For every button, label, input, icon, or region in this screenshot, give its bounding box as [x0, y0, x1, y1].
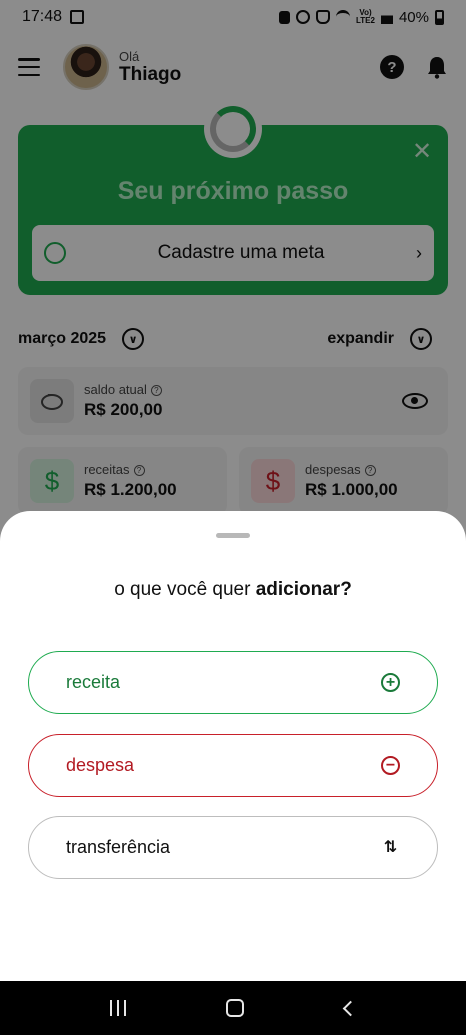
back-icon[interactable] [342, 1000, 359, 1016]
recents-icon[interactable] [110, 1000, 127, 1016]
add-expense-button[interactable]: despesa − [28, 734, 438, 797]
add-bottom-sheet: o que você quer adicionar? receita + des… [0, 511, 466, 981]
system-nav-bar [0, 981, 466, 1035]
swap-vertical-icon: ⇅ [383, 838, 398, 856]
add-income-label: receita [66, 672, 121, 692]
minus-circle-icon: − [381, 756, 400, 775]
home-icon[interactable] [226, 999, 245, 1017]
add-expense-label: despesa [66, 755, 135, 775]
add-income-button[interactable]: receita + [28, 651, 438, 714]
add-transfer-label: transferência [66, 837, 171, 857]
sheet-title: o que você quer adicionar? [114, 579, 352, 600]
sheet-drag-handle[interactable] [216, 533, 250, 538]
plus-circle-icon: + [381, 673, 400, 692]
add-transfer-button[interactable]: transferência ⇅ [28, 816, 438, 879]
